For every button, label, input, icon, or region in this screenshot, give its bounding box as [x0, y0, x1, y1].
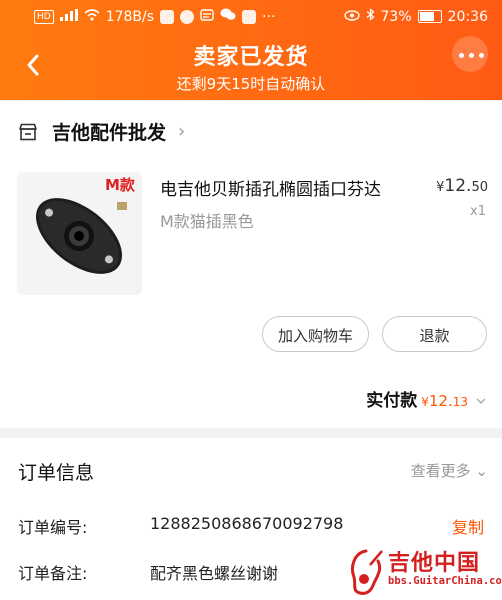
watermark-url: bbs.GuitarChina.com	[388, 575, 502, 587]
quantity: x1	[470, 204, 486, 219]
order-info-title: 订单信息	[18, 462, 95, 484]
app-notification-icon	[242, 9, 257, 24]
shop-link[interactable]: 吉他配件批发 ›	[18, 118, 185, 145]
chevron-down-icon	[476, 398, 486, 404]
jack-plate-image: M款	[17, 172, 142, 295]
wifi-icon	[84, 8, 100, 25]
auto-confirm-countdown: 还剩9天15时自动确认	[176, 75, 326, 93]
price-integer: 12.	[444, 176, 472, 196]
currency-symbol: ¥	[421, 395, 429, 409]
eye-icon	[343, 9, 360, 25]
order-number-label: 订单编号:	[18, 518, 88, 537]
amount-paid-label: 实付款	[366, 391, 418, 411]
unit-price: ¥12.50	[436, 176, 488, 196]
more-menu-button[interactable]	[452, 36, 488, 72]
refund-button[interactable]: 退款	[382, 316, 487, 352]
add-to-cart-button[interactable]: 加入购物车	[262, 316, 369, 352]
order-status-header: HD 178B/s ··· 73% 20:36 卖家已发货 还剩9天15时自动确…	[0, 0, 502, 100]
clock: 20:36	[447, 8, 488, 25]
chevron-down-icon: ⌄	[475, 462, 488, 480]
amount-decimal: 13	[452, 395, 468, 409]
page-title: 卖家已发货	[193, 45, 309, 70]
watermark-name: 吉他中国	[388, 551, 481, 576]
guitar-logo-icon	[351, 549, 383, 595]
message-icon	[200, 8, 214, 25]
more-notifications-icon: ···	[262, 8, 276, 25]
product-title[interactable]: 电吉他贝斯插孔椭圆插口芬达	[160, 175, 381, 200]
status-bar: HD 178B/s ··· 73% 20:36	[0, 0, 502, 34]
signal-icon	[59, 8, 78, 25]
view-more-link[interactable]: 查看更多 ⌄	[411, 460, 488, 481]
product-image[interactable]: M款	[17, 172, 142, 295]
app-notification-icon	[160, 9, 175, 24]
battery-icon	[417, 10, 442, 23]
network-speed: 178B/s	[105, 8, 155, 25]
order-note-value: 配齐黑色螺丝谢谢	[150, 564, 279, 583]
view-more-label: 查看更多	[410, 462, 471, 480]
amount-integer: 12.	[428, 392, 453, 410]
hd-badge: HD	[34, 9, 54, 24]
site-watermark: 吉他中国 bbs.GuitarChina.com	[346, 545, 502, 597]
battery-percent: 73%	[380, 8, 412, 25]
order-note-label: 订单备注:	[18, 564, 88, 583]
bluetooth-icon	[366, 8, 375, 25]
app-notification-icon	[180, 9, 195, 24]
amount-paid[interactable]: 实付款 ¥12.13	[366, 386, 486, 411]
more-dots-icon	[459, 53, 484, 58]
amount-paid-value: ¥12.13	[421, 392, 468, 410]
order-number-value: 1288250868670092798	[150, 514, 344, 533]
image-badge: M款	[105, 176, 136, 194]
wechat-icon	[220, 8, 236, 25]
store-icon	[19, 123, 37, 140]
product-sku: M款猫插黑色	[160, 212, 254, 231]
chevron-right-icon: ›	[178, 121, 186, 142]
copy-order-number-button[interactable]: 复制	[452, 514, 484, 538]
shop-name: 吉他配件批发	[52, 122, 167, 144]
price-decimal: 50	[471, 180, 488, 195]
